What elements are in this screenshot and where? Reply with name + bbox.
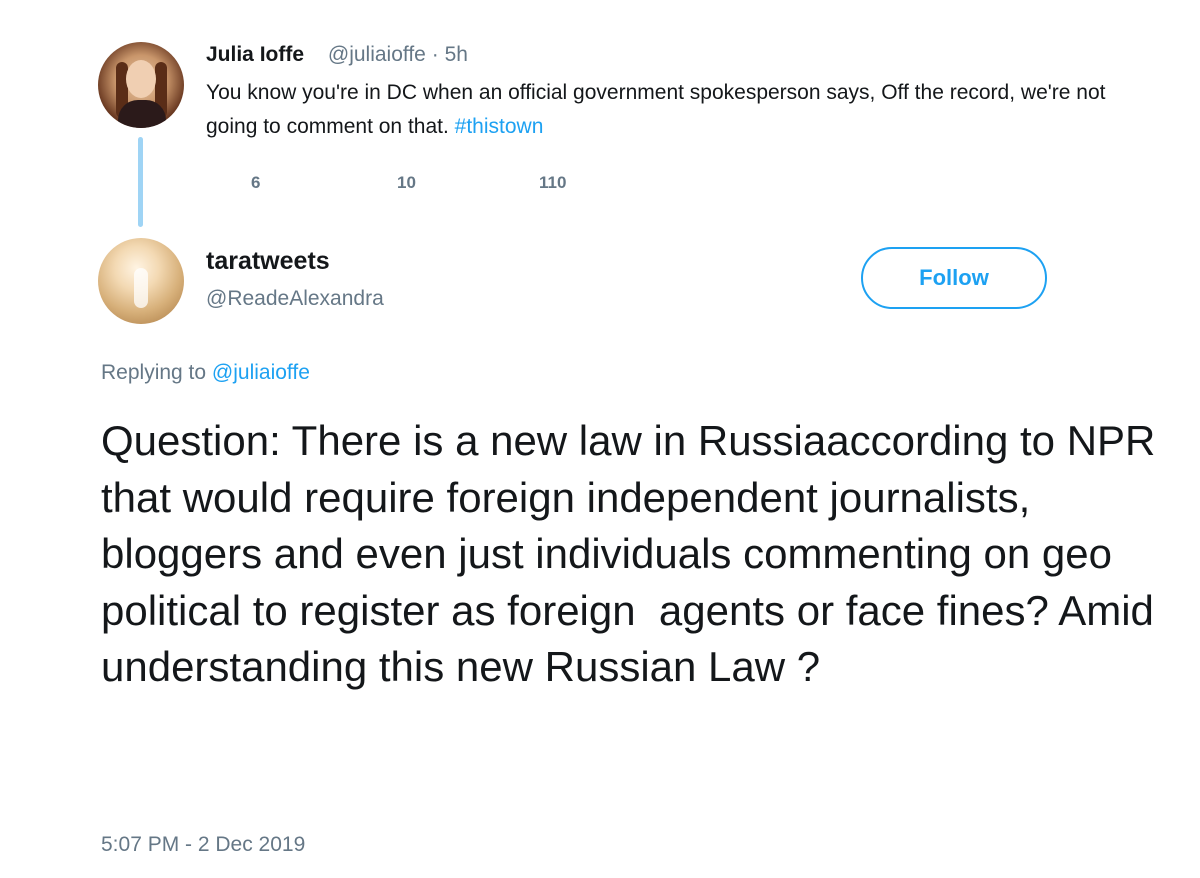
- reply-author-handle[interactable]: @ReadeAlexandra: [206, 287, 384, 311]
- reply-tweet-text: Question: There is a new law in Russiaac…: [101, 417, 1179, 690]
- reply-timestamp[interactable]: 5:07 PM - 2 Dec 2019: [101, 833, 305, 857]
- header-separator: ·: [431, 43, 439, 66]
- replying-to-prefix: Replying to: [101, 361, 207, 384]
- parent-tweet-text: You know you're in DC when an official g…: [206, 76, 1146, 144]
- parent-tweet-header: Julia Ioffe @juliaioffe · 5h: [206, 42, 468, 68]
- avatar-figure: [134, 268, 148, 308]
- avatar-taratweets[interactable]: [98, 238, 184, 324]
- reply-count[interactable]: 6: [251, 173, 260, 193]
- parent-tweet-body: You know you're in DC when an official g…: [206, 81, 1106, 138]
- hashtag-link[interactable]: #thistown: [455, 115, 544, 138]
- parent-tweet-time[interactable]: 5h: [445, 43, 468, 66]
- avatar-face: [126, 60, 156, 98]
- parent-author-name[interactable]: Julia Ioffe: [206, 43, 304, 66]
- follow-button[interactable]: Follow: [861, 247, 1047, 309]
- avatar-body: [118, 100, 166, 128]
- replying-to-line: Replying to @juliaioffe: [101, 361, 310, 385]
- parent-author-handle[interactable]: @juliaioffe: [328, 43, 426, 66]
- retweet-count[interactable]: 10: [397, 173, 416, 193]
- replying-to-handle-link[interactable]: @juliaioffe: [212, 361, 310, 384]
- avatar-julia-ioffe[interactable]: [98, 42, 184, 128]
- like-count[interactable]: 110: [539, 173, 566, 193]
- thread-connector-line: [138, 137, 143, 227]
- reply-author-name[interactable]: taratweets: [206, 247, 330, 276]
